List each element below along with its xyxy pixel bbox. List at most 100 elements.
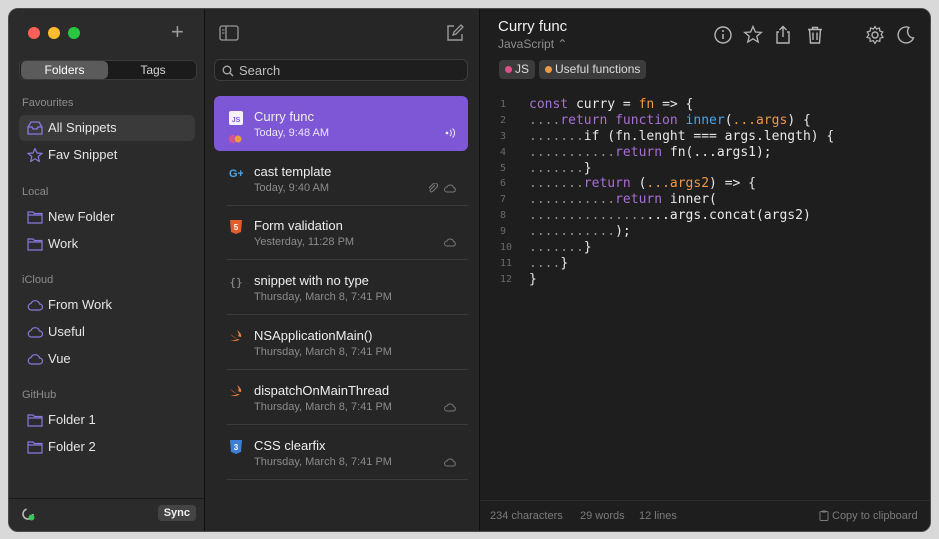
code-token: } — [583, 240, 592, 256]
code-text: ....} — [529, 256, 568, 272]
snippet-item-curry-func[interactable]: JS Curry func Today, 9:48 AM — [214, 96, 468, 151]
tag-chip-useful-functions[interactable]: Useful functions — [539, 60, 647, 79]
svg-text:JS: JS — [232, 117, 241, 124]
folder-icon — [27, 441, 43, 454]
js-icon: JS — [229, 111, 243, 125]
plus-icon[interactable]: + — [171, 21, 184, 43]
search-input[interactable]: Search — [214, 59, 468, 81]
snippet-date: Today, 9:40 AM — [254, 182, 330, 194]
cloud-icon — [27, 354, 43, 365]
code-text: .......} — [529, 240, 592, 256]
snippet-list-panel: Search JS Curry func Today, 9:48 AM G+ c… — [205, 9, 480, 531]
code-text: .......} — [529, 161, 592, 177]
sidebar-item-label: New Folder — [48, 209, 115, 224]
line-number: 2 — [500, 114, 507, 126]
cloud-icon — [444, 184, 456, 193]
segment-folders[interactable]: Folders — [21, 61, 108, 79]
sidebar-item-useful[interactable]: Useful — [19, 319, 195, 345]
close-window-button[interactable] — [28, 27, 40, 39]
line-number: 7 — [500, 194, 507, 206]
snippet-title-field[interactable]: Curry func — [498, 18, 567, 35]
snippet-date: Thursday, March 8, 7:41 PM — [254, 291, 392, 303]
sidebar-item-work[interactable]: Work — [19, 231, 195, 257]
sidebar-item-new-folder[interactable]: New Folder — [19, 204, 195, 230]
sidebar-item-fav-snippet[interactable]: Fav Snippet — [19, 142, 195, 168]
snippet-item-css-clearfix[interactable]: 3 CSS clearfix Thursday, March 8, 7:41 P… — [214, 425, 468, 480]
cloud-icon — [444, 458, 456, 467]
sidebar-item-from-work[interactable]: From Work — [19, 292, 195, 318]
code-token: ....... — [529, 240, 584, 256]
sidebar-item-folder-1[interactable]: Folder 1 — [19, 407, 195, 433]
code-token: const — [529, 97, 576, 112]
code-token: inner( — [669, 192, 717, 208]
sync-button[interactable]: Sync — [157, 505, 196, 521]
snippet-item-dispatchonmainthread[interactable]: dispatchOnMainThread Thursday, March 8, … — [214, 370, 468, 425]
code-token: ) { — [787, 112, 811, 128]
snippet-title: Form validation — [254, 218, 343, 233]
section-title-favourites: Favourites — [22, 97, 74, 109]
toggle-sidebar-icon[interactable] — [219, 24, 239, 42]
swift-icon — [230, 330, 242, 342]
code-text: ...........return inner( — [529, 192, 717, 208]
sync-status-icon[interactable] — [21, 507, 35, 521]
folders-tags-segmented-control: Folders Tags — [19, 60, 197, 80]
sidebar-item-vue[interactable]: Vue — [19, 346, 195, 372]
trash-icon[interactable] — [805, 25, 825, 45]
sidebar-item-folder-2[interactable]: Folder 2 — [19, 434, 195, 460]
minimize-window-button[interactable] — [48, 27, 60, 39]
code-token: .... — [529, 255, 561, 271]
folder-icon — [27, 211, 43, 224]
snippet-item-form-validation[interactable]: 5 Form validation Yesterday, 11:28 PM — [214, 205, 468, 260]
snippet-title: Curry func — [254, 109, 314, 124]
moon-icon[interactable] — [896, 25, 916, 45]
tray-icon — [27, 121, 43, 135]
html5-icon: 5 — [230, 220, 242, 234]
line-number: 4 — [500, 146, 507, 158]
share-icon[interactable] — [773, 25, 793, 45]
zoom-window-button[interactable] — [68, 27, 80, 39]
language-selector[interactable]: JavaScript ⌃ — [498, 37, 567, 51]
line-number: 5 — [500, 162, 507, 174]
google-plus-icon: G+ — [229, 168, 243, 180]
tag-color-dot — [545, 66, 552, 73]
code-token: => { — [654, 97, 694, 112]
section-title-icloud: iCloud — [22, 274, 54, 286]
code-token: ...args — [732, 112, 788, 128]
code-token: } — [560, 255, 569, 271]
info-icon[interactable] — [713, 25, 733, 45]
cloud-icon — [444, 238, 456, 247]
code-token: } — [583, 160, 592, 176]
snippet-date: Thursday, March 8, 7:41 PM — [254, 456, 392, 468]
code-token: } — [529, 271, 537, 287]
snippet-item-cast-template[interactable]: G+ cast template Today, 9:40 AM — [214, 151, 468, 206]
sidebar-item-all-snippets[interactable]: All Snippets — [19, 115, 195, 141]
cloud-icon — [27, 327, 43, 338]
cloud-icon — [444, 403, 456, 412]
line-number: 6 — [500, 178, 507, 190]
folder-icon — [27, 414, 43, 427]
new-snippet-icon[interactable] — [445, 23, 465, 43]
code-token: .... — [529, 112, 561, 128]
cloud-icon — [27, 300, 43, 311]
snippet-item-snippet-with-no-type[interactable]: {} snippet with no type Thursday, March … — [214, 260, 468, 315]
code-token: fn — [638, 97, 655, 112]
segment-tags[interactable]: Tags — [110, 61, 196, 79]
sidebar-footer: Sync — [9, 498, 204, 531]
snippet-date: Today, 9:48 AM — [254, 127, 330, 139]
snippet-date: Thursday, March 8, 7:41 PM — [254, 346, 392, 358]
css3-icon: 3 — [230, 440, 242, 454]
svg-text:3: 3 — [234, 443, 239, 452]
sidebar-item-label: Useful — [48, 324, 85, 339]
tag-chip-js[interactable]: JS — [499, 60, 536, 79]
code-token: ...args.concat(args2) — [646, 208, 811, 224]
code-token: ); — [615, 224, 631, 240]
code-text: ...........); — [529, 224, 631, 240]
copy-to-clipboard-button[interactable]: Copy to clipboard — [832, 510, 918, 522]
code-text: ..................args.concat(args2) — [529, 208, 811, 224]
snippet-item-nsapplicationmain[interactable]: NSApplicationMain() Thursday, March 8, 7… — [214, 315, 468, 370]
gear-icon[interactable] — [865, 25, 885, 45]
section-title-github: GitHub — [22, 389, 57, 401]
star-icon[interactable] — [743, 25, 763, 45]
svg-text:{}: {} — [229, 276, 242, 289]
code-token: curry = — [575, 97, 639, 112]
